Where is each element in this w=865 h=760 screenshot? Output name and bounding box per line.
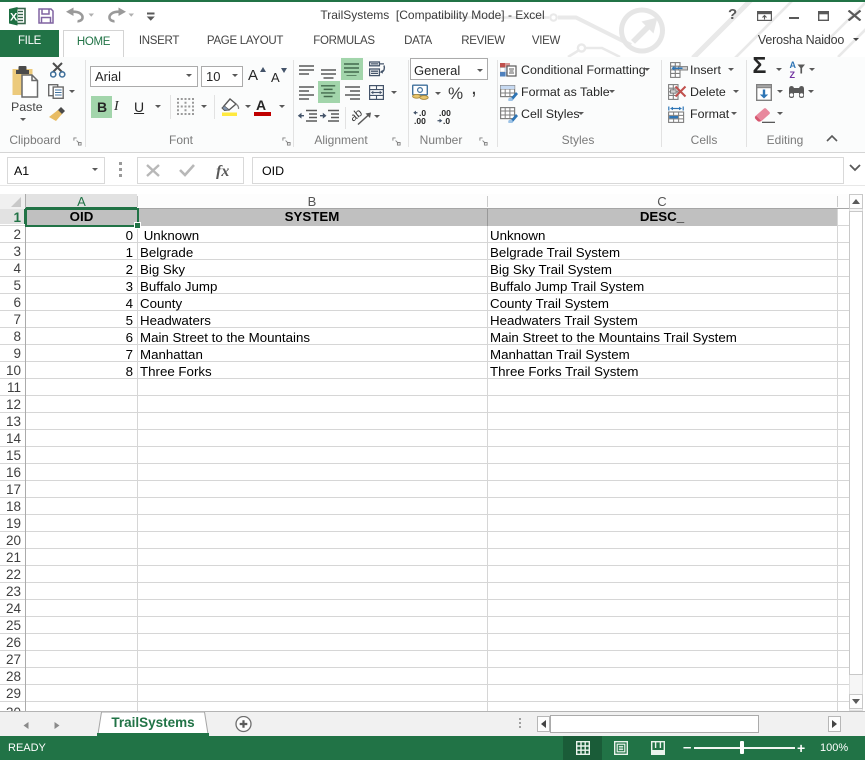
svg-text:ab: ab xyxy=(352,108,365,124)
svg-text:.00: .00 xyxy=(414,116,426,125)
svg-text:Z: Z xyxy=(790,70,796,79)
svg-text:A: A xyxy=(790,60,797,70)
svg-text:fx: fx xyxy=(216,163,229,179)
svg-text:.0: .0 xyxy=(443,116,450,125)
